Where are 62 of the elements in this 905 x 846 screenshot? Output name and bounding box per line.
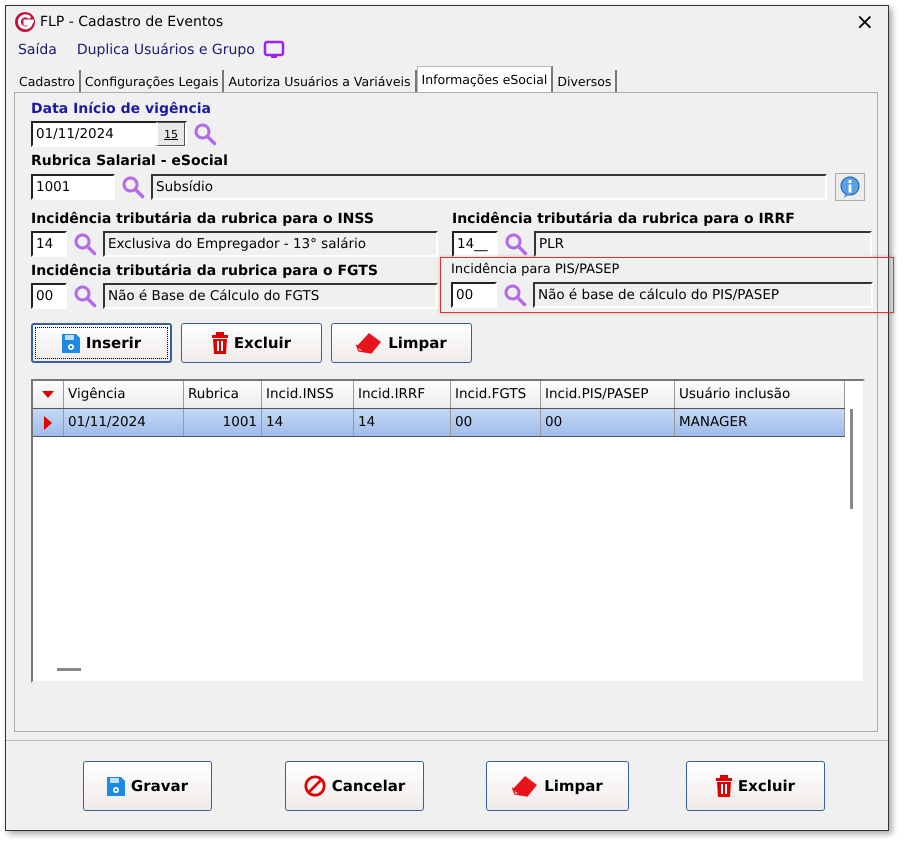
close-button[interactable]: ×: [850, 10, 880, 34]
description-field: Subsídio: [151, 174, 827, 200]
column-header[interactable]: Usuário inclusão: [675, 381, 845, 408]
footer-button[interactable]: Excluir: [686, 760, 825, 810]
row-pointer-icon: [44, 416, 52, 430]
horizontal-scrollbar[interactable]: [57, 668, 81, 671]
column-header[interactable]: Incid.IRRF: [354, 381, 451, 408]
monitor-icon[interactable]: [262, 40, 285, 60]
description-field: Não é Base de Cálculo do FGTS: [103, 283, 438, 309]
search-icon[interactable]: [121, 175, 145, 199]
field-label: Incidência tributária da rubrica para o INSS: [31, 211, 375, 229]
window-title: FLP - Cadastro de Eventos: [40, 14, 224, 30]
column-header[interactable]: Incid.FGTS: [451, 381, 541, 408]
search-icon[interactable]: [503, 283, 527, 307]
menu-item[interactable]: Saída: [18, 42, 57, 58]
search-icon[interactable]: [73, 284, 97, 308]
code-field[interactable]: 1001: [31, 174, 115, 200]
table-cell: MANAGER: [675, 409, 845, 436]
calendar-button[interactable]: 15: [156, 122, 185, 146]
app-logo-icon: [14, 11, 36, 33]
column-header[interactable]: Incid.INSS: [262, 381, 354, 408]
search-icon[interactable]: [73, 232, 97, 256]
code-field[interactable]: 00: [31, 283, 67, 309]
code-field[interactable]: 00: [451, 282, 497, 308]
field-label: Incidência tributária da rubrica para o IRRF: [452, 211, 796, 229]
column-header[interactable]: Vigência: [64, 381, 184, 408]
search-icon[interactable]: [193, 122, 217, 146]
description-field: PLR: [534, 231, 872, 257]
prohibited-icon: [304, 774, 326, 796]
action-button[interactable]: Limpar: [331, 323, 472, 363]
description-field: Exclusiva do Empregador - 13° salário: [103, 231, 438, 257]
eraser-icon: [356, 332, 382, 354]
footer-button[interactable]: Cancelar: [285, 760, 424, 810]
action-button[interactable]: Inserir: [31, 323, 172, 363]
tab[interactable]: Informações eSocial: [416, 66, 554, 92]
field-label: Incidência para PIS/PASEP: [451, 262, 620, 279]
code-field[interactable]: 14: [31, 231, 67, 257]
date-field[interactable]: 01/11/2024 15: [31, 121, 187, 147]
table-cell: 00: [541, 409, 675, 436]
table-cell: 01/11/2024: [64, 409, 184, 436]
table-cell: 00: [451, 409, 541, 436]
field-label: Incidência tributária da rubrica para o FGTS: [31, 263, 379, 281]
footer-button[interactable]: Gravar: [83, 760, 212, 810]
column-header[interactable]: Incid.PIS/PASEP: [541, 381, 675, 408]
menu-item[interactable]: Duplica Usuários e Grupo: [76, 42, 255, 58]
table-cell: 14: [354, 409, 451, 436]
code-field[interactable]: 14__: [452, 231, 498, 257]
table-cell: 14: [262, 409, 354, 436]
table-cell: 1001: [184, 409, 262, 436]
trash-can-icon: [212, 332, 228, 354]
footer-button[interactable]: Limpar: [486, 760, 629, 810]
field-label: Data Início de vigência: [31, 101, 212, 119]
sort-down-icon: [42, 390, 54, 398]
info-button[interactable]: [835, 173, 865, 201]
search-icon[interactable]: [504, 232, 528, 256]
action-button[interactable]: Excluir: [181, 323, 322, 363]
info-icon: [839, 176, 861, 198]
trash-can-icon: [716, 774, 732, 796]
description-field: Não é base de cálculo do PIS/PASEP: [533, 282, 873, 308]
field-label: Rubrica Salarial - eSocial: [31, 153, 229, 171]
column-header[interactable]: Rubrica: [184, 381, 262, 408]
eraser-icon: [512, 774, 538, 796]
